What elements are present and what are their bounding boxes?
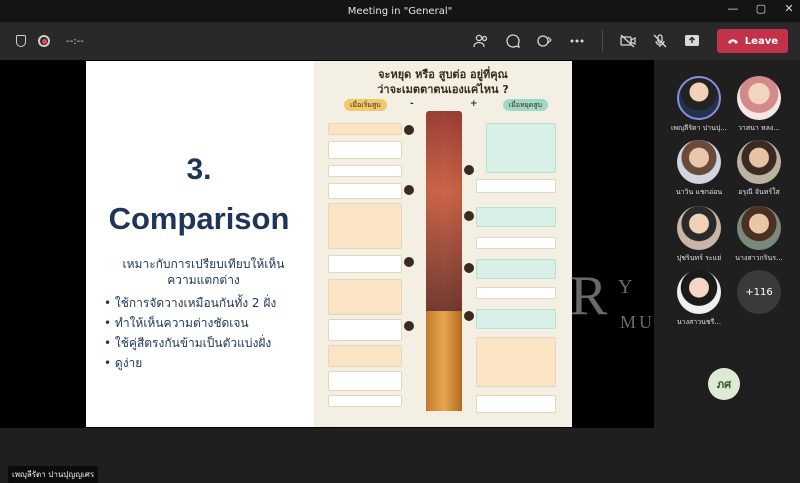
cigarette-burning-graphic bbox=[426, 111, 462, 311]
info-card bbox=[328, 165, 402, 177]
infographic-title-line2: ว่าจะเมตตาตนเองแค่ไหน ? bbox=[377, 83, 509, 96]
maximize-icon[interactable]: ▢ bbox=[754, 2, 768, 15]
bullet-item: ใช้คู่สีตรงกันข้ามเป็นตัวแบ่งฝั่ง bbox=[104, 333, 276, 353]
participant-tile[interactable]: วาสนา หลง... bbox=[730, 76, 788, 134]
meeting-timer: --:-- bbox=[66, 35, 84, 47]
close-icon[interactable]: ✕ bbox=[782, 2, 796, 15]
timeline-marker bbox=[464, 311, 474, 321]
participant-name: นาวิน แชกอ่อน bbox=[675, 188, 723, 196]
participant-name: เพญุลีรัตา ปานปุ... bbox=[671, 124, 727, 132]
self-avatar[interactable]: ภศ bbox=[708, 368, 740, 400]
meeting-toolbar: --:-- Leave bbox=[0, 22, 800, 60]
info-card bbox=[476, 395, 556, 413]
avatar bbox=[737, 140, 781, 184]
more-icon[interactable] bbox=[564, 28, 590, 54]
participant-tile[interactable]: เพญุลีรัตา ปานปุ... bbox=[670, 76, 728, 134]
participant-name: อรุณี จันทร์ใส bbox=[738, 188, 780, 196]
participant-name: วาสนา หลง... bbox=[737, 124, 781, 132]
info-card bbox=[476, 179, 556, 193]
info-card bbox=[328, 345, 402, 367]
presentation-slide: 3. Comparison เหมาะกับการเปรียบเทียบให้เ… bbox=[86, 61, 572, 427]
info-card bbox=[328, 371, 402, 391]
participant-name: นางสาวกรินร... bbox=[735, 254, 783, 262]
start-smoking-label: เมื่อเริ่มสูบ bbox=[344, 99, 387, 111]
bullet-item: ทำให้เห็นความต่างชัดเจน bbox=[104, 313, 276, 333]
info-card bbox=[476, 337, 556, 387]
smoking-infographic: จะหยุด หรือ สูบต่อ อยู่ที่คุณ ว่าจะเมตตา… bbox=[314, 61, 572, 427]
minimize-icon[interactable]: — bbox=[726, 2, 740, 15]
presenter-name-label: เพญุลีรัตา ปานปุญญเศร bbox=[8, 466, 99, 483]
info-card bbox=[476, 237, 556, 249]
info-card bbox=[476, 259, 556, 279]
rmutt-watermark: R Y MUTT bbox=[570, 265, 680, 332]
timeline-marker bbox=[404, 125, 414, 135]
leave-button[interactable]: Leave bbox=[716, 29, 788, 53]
timeline-marker bbox=[404, 185, 414, 195]
slide-text-panel: 3. Comparison เหมาะกับการเปรียบเทียบให้เ… bbox=[86, 61, 312, 427]
participant-tile[interactable]: นางสาวกรินร... bbox=[730, 206, 788, 264]
slide-bullets: ใช้การจัดวางเหมือนกันทั้ง 2 ฝั่ง ทำให้เห… bbox=[104, 293, 276, 373]
info-card bbox=[328, 255, 402, 273]
participant-name: ปุชรินทร์ ระแย่ bbox=[676, 254, 722, 262]
bullet-item: ดูง่าย bbox=[104, 353, 276, 373]
timeline-marker bbox=[464, 165, 474, 175]
info-card bbox=[328, 141, 402, 159]
timeline-marker bbox=[464, 211, 474, 221]
info-card bbox=[486, 123, 556, 173]
participant-tile[interactable]: ปุชรินทร์ ระแย่ bbox=[670, 206, 728, 264]
info-card bbox=[328, 319, 402, 341]
camera-off-icon[interactable] bbox=[615, 28, 641, 54]
avatar bbox=[737, 206, 781, 250]
info-card bbox=[476, 287, 556, 299]
avatar bbox=[677, 270, 721, 314]
slide-subtitle: เหมาะกับการเปรียบเทียบให้เห็นความแตกต่าง bbox=[122, 257, 285, 287]
timeline-marker bbox=[464, 263, 474, 273]
info-card bbox=[328, 183, 402, 199]
participant-tile[interactable]: นาวิน แชกอ่อน bbox=[670, 140, 728, 198]
info-card bbox=[328, 203, 402, 249]
more-participants-count: +116 bbox=[737, 270, 781, 314]
people-icon[interactable] bbox=[468, 28, 494, 54]
minus-sign: - bbox=[410, 99, 414, 109]
timeline-marker bbox=[404, 257, 414, 267]
bullet-item: ใช้การจัดวางเหมือนกันทั้ง 2 ฝั่ง bbox=[104, 293, 276, 313]
recording-icon bbox=[38, 35, 50, 47]
participant-name: นางสาวนชรี... bbox=[676, 318, 722, 326]
infographic-title: จะหยุด หรือ สูบต่อ อยู่ที่คุณ ว่าจะเมตตา… bbox=[314, 67, 572, 97]
watermark-y: Y bbox=[618, 276, 633, 298]
shield-icon bbox=[16, 35, 26, 47]
toolbar-divider bbox=[601, 30, 603, 52]
shared-content-stage: 3. Comparison เหมาะกับการเปรียบเทียบให้เ… bbox=[0, 60, 654, 483]
info-card bbox=[328, 123, 402, 135]
window-controls: — ▢ ✕ bbox=[726, 2, 796, 15]
leave-label: Leave bbox=[744, 35, 778, 47]
info-card bbox=[328, 279, 402, 315]
avatar bbox=[677, 140, 721, 184]
watermark-r: R bbox=[570, 265, 607, 327]
share-icon[interactable] bbox=[679, 28, 705, 54]
chat-icon[interactable] bbox=[500, 28, 526, 54]
window-title: Meeting in "General" bbox=[347, 5, 453, 17]
slide-number: 3. bbox=[186, 153, 212, 186]
quit-smoking-label: เมื่อหยุดสูบ bbox=[502, 99, 548, 111]
info-card bbox=[476, 309, 556, 329]
phone-icon bbox=[727, 39, 738, 44]
avatar bbox=[677, 76, 721, 120]
participant-tile[interactable]: นางสาวนชรี... bbox=[670, 270, 728, 328]
title-bar: Meeting in "General" — ▢ ✕ bbox=[0, 0, 800, 22]
mic-off-icon[interactable] bbox=[647, 28, 673, 54]
avatar bbox=[737, 76, 781, 120]
participant-tile[interactable]: อรุณี จันทร์ใส bbox=[730, 140, 788, 198]
plus-sign: + bbox=[470, 99, 478, 109]
timeline-marker bbox=[404, 321, 414, 331]
slide-heading: Comparison bbox=[108, 201, 290, 236]
cigarette-filter-graphic bbox=[426, 311, 462, 411]
infographic-title-line1: จะหยุด หรือ สูบต่อ อยู่ที่คุณ bbox=[378, 68, 508, 81]
reactions-icon[interactable] bbox=[532, 28, 558, 54]
avatar bbox=[677, 206, 721, 250]
more-participants-button[interactable]: +116 bbox=[730, 270, 788, 314]
info-card bbox=[328, 395, 402, 407]
info-card bbox=[476, 207, 556, 227]
